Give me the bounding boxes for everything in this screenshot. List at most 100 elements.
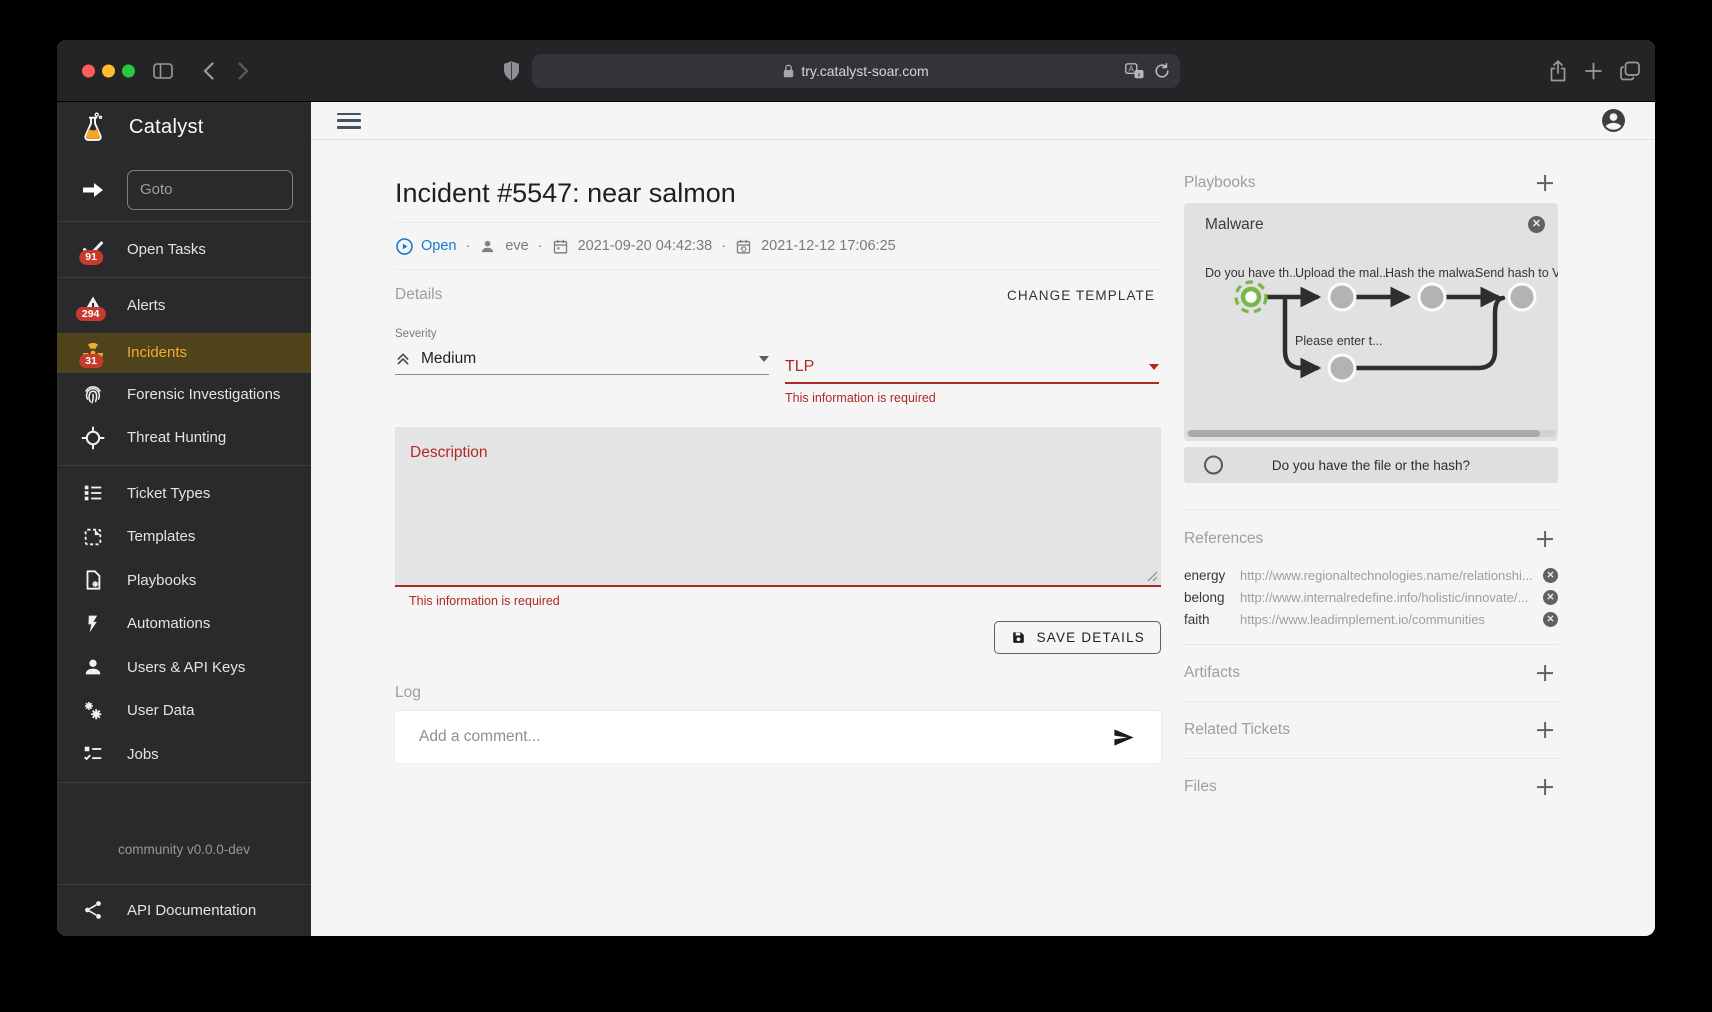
user-icon <box>79 653 107 681</box>
sidebar-item-incidents[interactable]: 31 Incidents <box>57 333 311 373</box>
severity-field[interactable]: Severity Medium <box>395 328 769 405</box>
arrow-right-icon <box>79 176 107 204</box>
comment-input[interactable] <box>419 728 1110 746</box>
add-artifact-button[interactable] <box>1534 662 1556 684</box>
workflow-node-label: Please enter t... <box>1295 334 1383 348</box>
reference-name: faith <box>1184 612 1240 627</box>
modified-timestamp: 2021-12-12 17:06:25 <box>761 238 896 254</box>
forward-icon[interactable] <box>238 62 249 80</box>
sidebar-item-ticket-types[interactable]: Ticket Types <box>57 472 311 515</box>
resize-grip-icon[interactable] <box>1147 571 1158 582</box>
sidebar-item-label: Open Tasks <box>127 241 206 258</box>
sidebar-item-playbooks[interactable]: Playbooks <box>57 558 311 601</box>
remove-reference-button[interactable]: ✕ <box>1543 568 1558 583</box>
goto-row <box>57 159 311 220</box>
template-icon <box>79 523 107 551</box>
minimize-window-button[interactable] <box>102 64 115 77</box>
send-icon[interactable] <box>1110 724 1137 751</box>
playbook-task-row[interactable]: Do you have the file or the hash? <box>1184 447 1558 483</box>
owner-name: eve <box>505 238 528 254</box>
sidebar-item-label: Jobs <box>127 746 159 763</box>
divider <box>1184 509 1558 510</box>
browser-window: try.catalyst-soar.com Ax <box>57 40 1655 936</box>
workflow-node-label: Send hash to V... <box>1475 266 1558 280</box>
account-avatar-icon[interactable] <box>1600 107 1627 134</box>
zoom-window-button[interactable] <box>122 64 135 77</box>
add-file-button[interactable] <box>1534 776 1556 798</box>
save-details-button[interactable]: SAVE DETAILS <box>994 621 1161 654</box>
description-placeholder-label: Description <box>410 444 1146 462</box>
goto-input[interactable] <box>127 170 293 210</box>
incident-meta-row: Open · eve · 2021-09-20 04:42:38 <box>395 223 1161 269</box>
change-template-button[interactable]: CHANGE TEMPLATE <box>1001 284 1161 307</box>
floppy-icon <box>1010 629 1027 646</box>
task-radio-icon[interactable] <box>1204 456 1223 475</box>
sidebar-item-jobs[interactable]: Jobs <box>57 732 311 775</box>
description-textarea[interactable]: Description <box>395 427 1161 587</box>
sidebar-item-forensic-investigations[interactable]: Forensic Investigations <box>57 373 311 416</box>
log-section-label: Log <box>395 684 1161 702</box>
status-badge[interactable]: Open <box>395 237 456 256</box>
menu-icon[interactable] <box>337 113 361 129</box>
task-question-text: Do you have the file or the hash? <box>1272 458 1470 473</box>
description-error-text: This information is required <box>409 594 1161 608</box>
files-section-label: Files <box>1184 778 1217 796</box>
new-tab-icon[interactable] <box>1585 62 1602 79</box>
brand-row: Catalyst <box>57 102 311 153</box>
created-calendar-icon <box>552 238 569 255</box>
status-open-icon <box>395 237 414 256</box>
crosshair-icon <box>79 424 107 452</box>
add-playbook-button[interactable] <box>1534 172 1556 194</box>
browser-titlebar: try.catalyst-soar.com Ax <box>57 40 1655 102</box>
references-section-label: References <box>1184 530 1263 548</box>
translate-icon[interactable]: Ax <box>1125 63 1144 79</box>
sidebar-item-label: Automations <box>127 615 210 632</box>
reload-icon[interactable] <box>1154 63 1170 79</box>
playbook-card: Malware ✕ Do you have th... Upload the m… <box>1184 203 1558 441</box>
playbook-file-icon <box>79 566 107 594</box>
tab-overview-icon[interactable] <box>1620 61 1640 80</box>
alerts-badge: 294 <box>76 307 106 322</box>
svg-text:A: A <box>1129 64 1135 73</box>
share-icon[interactable] <box>1549 60 1567 82</box>
sidebar-item-users-api-keys[interactable]: Users & API Keys <box>57 645 311 688</box>
reference-url[interactable]: https://www.leadimplement.io/communities <box>1240 612 1535 627</box>
radiation-icon: 31 <box>79 339 107 367</box>
meta-separator: · <box>721 238 726 254</box>
save-details-label: SAVE DETAILS <box>1037 630 1145 645</box>
address-bar[interactable]: try.catalyst-soar.com Ax <box>532 54 1180 88</box>
shield-icon[interactable] <box>503 60 520 81</box>
back-icon[interactable] <box>203 62 214 80</box>
reference-row: faith https://www.leadimplement.io/commu… <box>1184 608 1558 630</box>
desktop-background: try.catalyst-soar.com Ax <box>0 0 1712 1012</box>
sidebar-toggle-icon[interactable] <box>153 63 173 79</box>
sidebar-item-open-tasks[interactable]: 91 Open Tasks <box>57 222 311 277</box>
sidebar-item-templates[interactable]: Templates <box>57 515 311 558</box>
add-related-ticket-button[interactable] <box>1534 719 1556 741</box>
tlp-field[interactable]: TLP This information is required <box>785 328 1159 405</box>
sidebar-item-label: Users & API Keys <box>127 659 245 676</box>
close-window-button[interactable] <box>82 64 95 77</box>
double-chevron-up-icon <box>395 351 411 367</box>
sidebar-item-api-documentation[interactable]: API Documentation <box>57 885 311 936</box>
workflow-node-label: Hash the malwa. <box>1385 266 1478 280</box>
url-text: try.catalyst-soar.com <box>801 63 928 79</box>
reference-url[interactable]: http://www.regionaltechnologies.name/rel… <box>1240 568 1535 583</box>
sidebar-item-threat-hunting[interactable]: Threat Hunting <box>57 416 311 459</box>
remove-reference-button[interactable]: ✕ <box>1543 612 1558 627</box>
sidebar-item-automations[interactable]: Automations <box>57 602 311 645</box>
flask-icon <box>79 114 107 142</box>
sidebar-item-label: Ticket Types <box>127 485 210 502</box>
remove-reference-button[interactable]: ✕ <box>1543 590 1558 605</box>
open-tasks-badge: 91 <box>79 250 103 265</box>
sidebar-item-alerts[interactable]: 294 Alerts <box>57 278 311 333</box>
comment-box <box>395 711 1161 763</box>
warning-icon: 294 <box>79 292 107 320</box>
workflow-diagram[interactable] <box>1184 203 1558 441</box>
checklist-icon <box>79 740 107 768</box>
divider <box>57 465 311 466</box>
add-reference-button[interactable] <box>1534 528 1556 550</box>
sidebar-item-user-data[interactable]: User Data <box>57 689 311 732</box>
reference-url[interactable]: http://www.internalredefine.info/holisti… <box>1240 590 1535 605</box>
page-title: Incident #5547: near salmon <box>395 178 1161 209</box>
